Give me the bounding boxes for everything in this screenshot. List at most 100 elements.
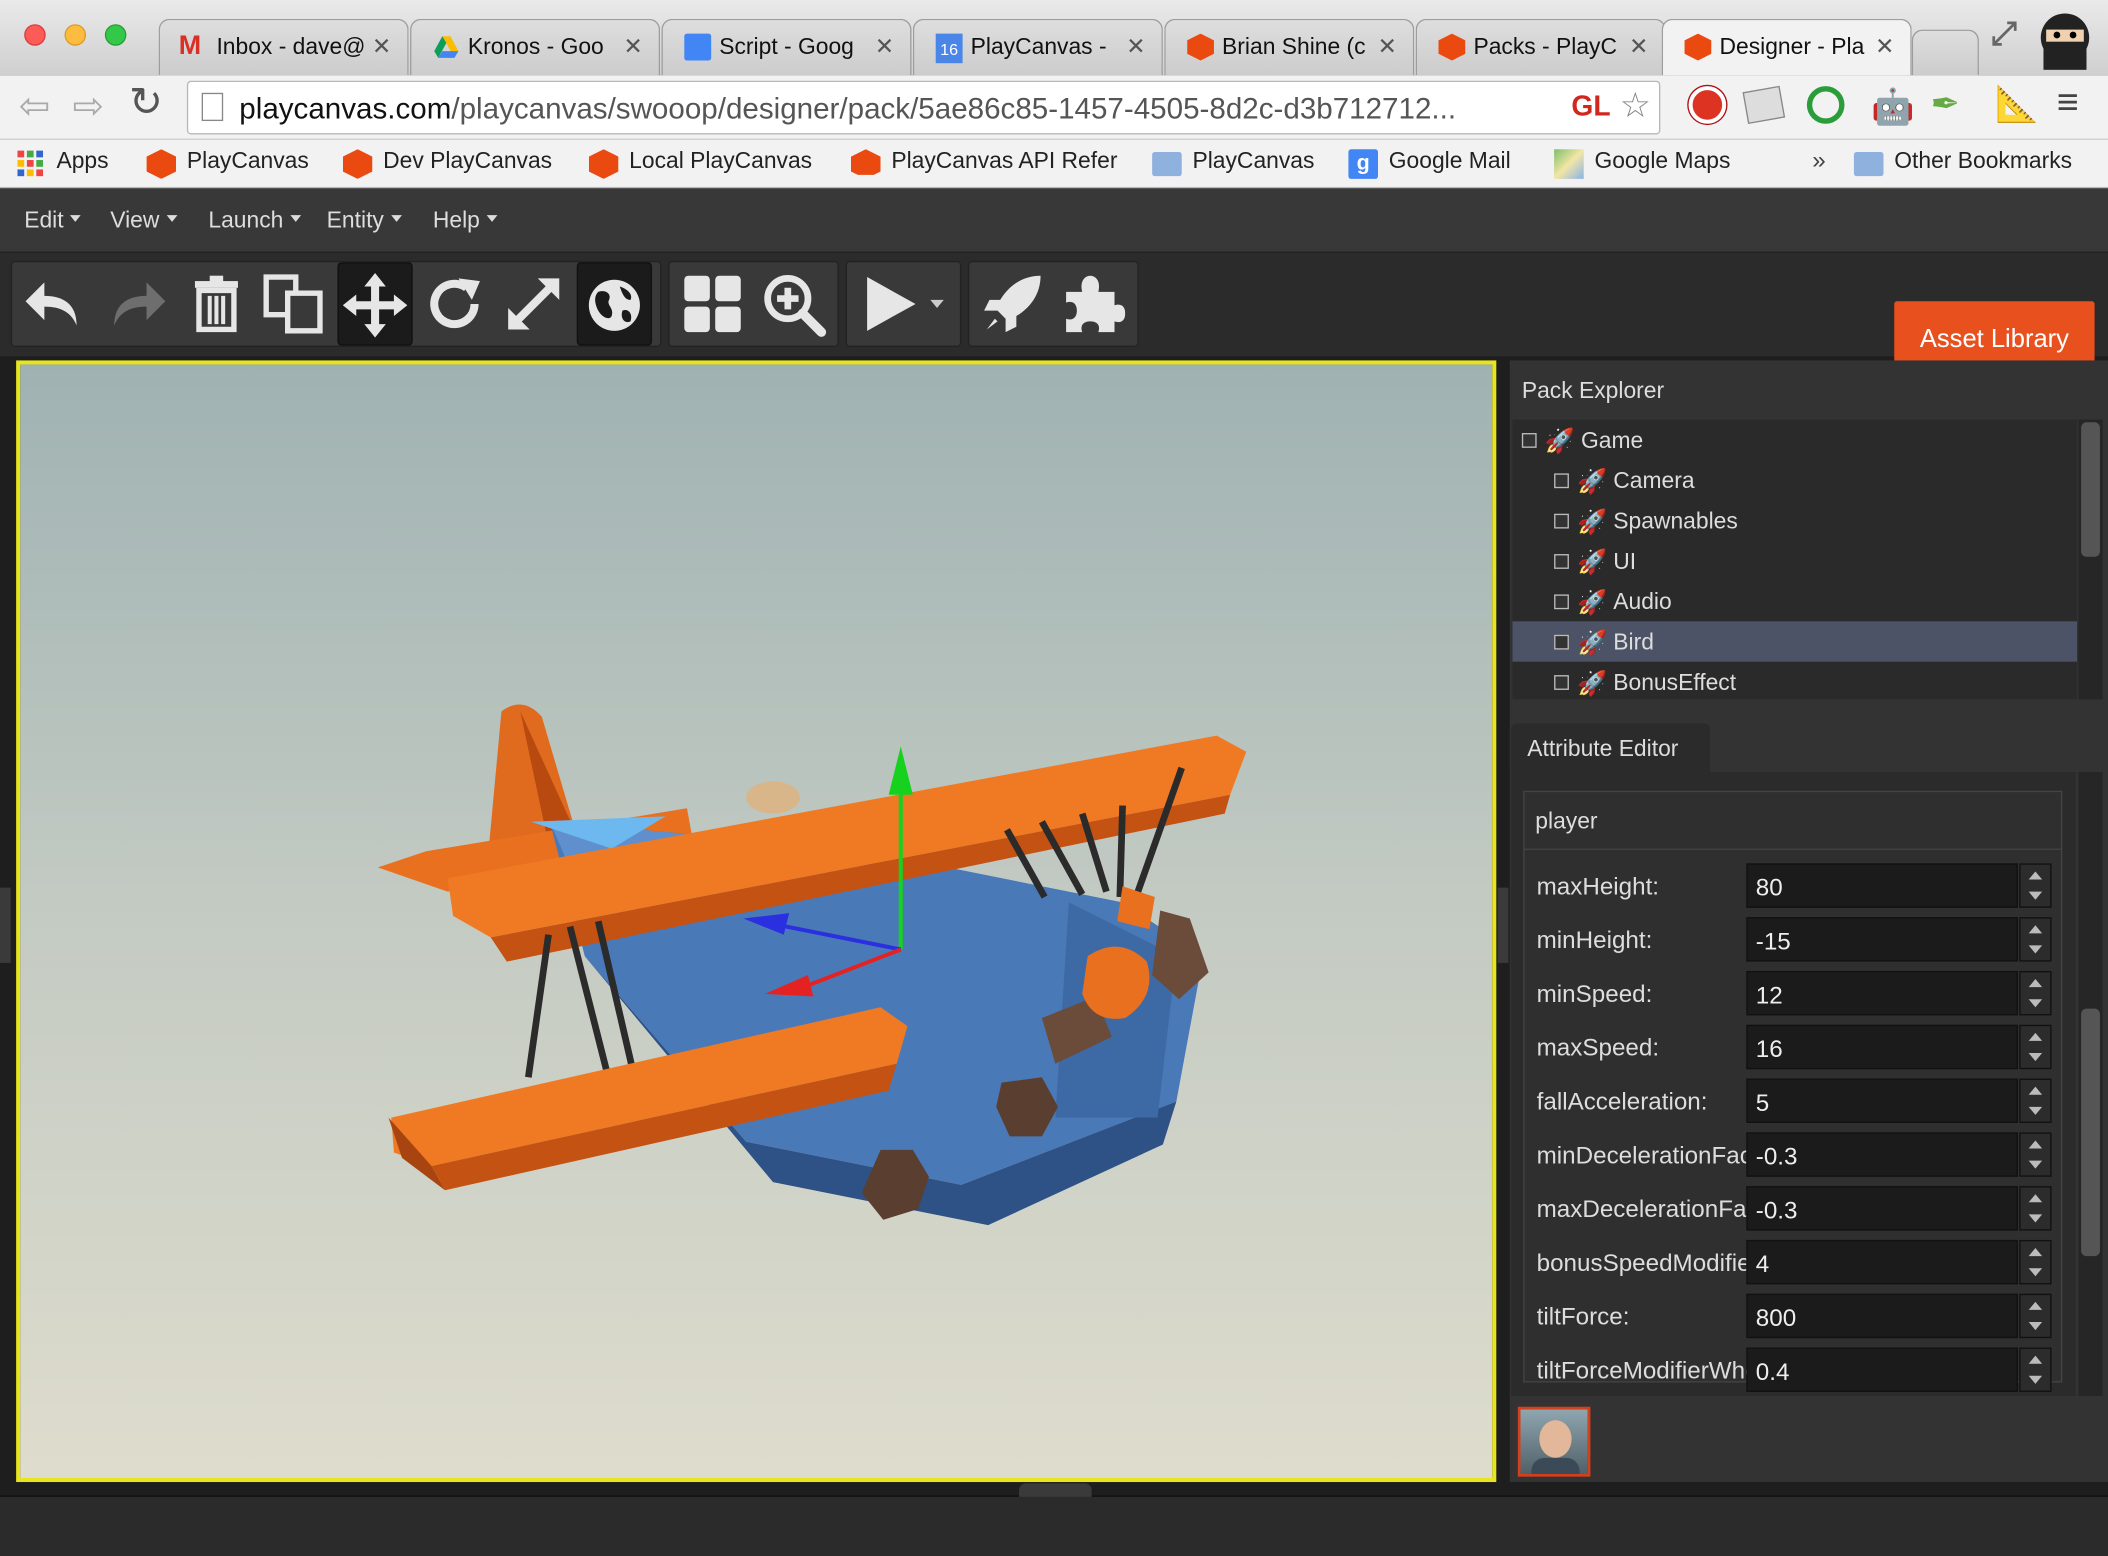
number-spinner[interactable] xyxy=(2019,1293,2052,1339)
attribute-number-input[interactable]: -0.3 xyxy=(1746,1132,2018,1177)
number-spinner[interactable] xyxy=(2019,1239,2052,1285)
expand-icon[interactable] xyxy=(1554,554,1569,569)
attribute-number-input[interactable]: -0.3 xyxy=(1746,1186,2018,1231)
launch-button[interactable] xyxy=(852,262,927,345)
bookmark-folder-playcanvas[interactable]: PlayCanvas xyxy=(1152,148,1314,177)
attribute-scroll-thumb[interactable] xyxy=(2081,1008,2100,1257)
scene-viewport[interactable] xyxy=(16,360,1497,1483)
attribute-number-input[interactable]: -15 xyxy=(1746,917,2018,962)
forward-button[interactable]: ⇨ xyxy=(73,83,105,127)
browser-tab-designer[interactable]: Designer - Pla ✕ xyxy=(1661,18,1912,76)
tree-item-spawnables[interactable]: 🚀 Spawnables xyxy=(1512,500,2077,540)
bookmark-playcanvas-api[interactable]: PlayCanvas API Refer xyxy=(850,148,1133,175)
tree-item-bonuseffect[interactable]: 🚀 BonusEffect xyxy=(1512,662,2077,700)
translate-tool-button[interactable] xyxy=(337,262,413,346)
bottom-panel-toggle[interactable] xyxy=(1019,1483,1092,1497)
attribute-editor-scrollbar[interactable] xyxy=(2078,771,2103,1396)
collapse-icon[interactable] xyxy=(1521,433,1537,448)
expand-icon[interactable] xyxy=(1554,634,1569,650)
grid-view-button[interactable] xyxy=(675,262,750,345)
new-tab-button[interactable] xyxy=(1911,29,1979,76)
back-button[interactable]: ⇦ xyxy=(19,83,51,127)
tree-scroll-thumb[interactable] xyxy=(2081,422,2100,557)
attribute-number-input[interactable]: 0.4 xyxy=(1746,1347,2018,1392)
duplicate-button[interactable] xyxy=(257,262,332,345)
close-tab-icon[interactable]: ✕ xyxy=(372,34,391,61)
bookmark-star-icon[interactable]: ☆ xyxy=(1620,85,1651,127)
browser-tab-playcanvas-calendar[interactable]: 16 PlayCanvas - ✕ xyxy=(912,18,1163,76)
number-spinner[interactable] xyxy=(2019,863,2052,908)
right-panel-toggle[interactable] xyxy=(1497,887,1509,963)
browser-tab-script[interactable]: Script - Goog ✕ xyxy=(661,18,912,76)
number-spinner[interactable] xyxy=(2019,970,2052,1016)
bookmark-google-maps[interactable]: Google Maps xyxy=(1554,148,1730,179)
expand-icon[interactable] xyxy=(1554,675,1569,690)
browser-tab-kronos[interactable]: Kronos - Goo ✕ xyxy=(410,18,661,76)
reload-button[interactable]: ↻ xyxy=(129,79,163,126)
close-tab-icon[interactable]: ✕ xyxy=(1126,34,1145,61)
world-space-button[interactable] xyxy=(576,262,653,346)
tree-item-camera[interactable]: 🚀 Camera xyxy=(1512,460,2077,500)
browser-tab-packs[interactable]: Packs - PlayC ✕ xyxy=(1415,18,1666,76)
menu-edit[interactable]: Edit xyxy=(24,207,81,234)
left-panel-toggle[interactable] xyxy=(0,887,11,963)
redo-button[interactable] xyxy=(98,262,173,345)
refresh-extension-icon[interactable] xyxy=(1806,86,1845,124)
add-component-button[interactable] xyxy=(1055,262,1130,345)
close-window-button[interactable] xyxy=(24,24,46,46)
number-spinner[interactable] xyxy=(2019,1186,2052,1231)
menu-launch[interactable]: Launch xyxy=(208,207,300,234)
minimize-window-button[interactable] xyxy=(64,24,87,46)
menu-view[interactable]: View xyxy=(110,207,177,234)
launch-dropdown-icon[interactable] xyxy=(930,299,944,315)
browser-tab-gmail[interactable]: M Inbox - dave@ ✕ xyxy=(158,18,409,76)
bookmark-google-mail[interactable]: g Google Mail xyxy=(1348,148,1511,179)
attribute-number-input[interactable]: 16 xyxy=(1746,1024,2018,1070)
delete-button[interactable] xyxy=(179,262,254,345)
close-tab-icon[interactable]: ✕ xyxy=(875,34,894,61)
close-tab-icon[interactable]: ✕ xyxy=(623,34,642,61)
bookmark-other-bookmarks[interactable]: Other Bookmarks xyxy=(1853,148,2072,177)
new-entity-button[interactable] xyxy=(975,262,1050,345)
focus-zoom-button[interactable] xyxy=(756,262,831,345)
attribute-number-input[interactable]: 5 xyxy=(1746,1078,2018,1123)
scale-tool-button[interactable] xyxy=(496,262,571,345)
attribute-number-input[interactable]: 800 xyxy=(1746,1293,2018,1339)
rotate-tool-button[interactable] xyxy=(417,262,492,345)
attribute-number-input[interactable]: 4 xyxy=(1746,1239,2018,1285)
tree-item-audio[interactable]: 🚀 Audio xyxy=(1512,581,2077,621)
avatar[interactable] xyxy=(1517,1406,1591,1477)
menu-entity[interactable]: Entity xyxy=(327,207,402,234)
tree-item-bird[interactable]: 🚀 Bird xyxy=(1512,621,2078,662)
tree-item-game[interactable]: 🚀 Game xyxy=(1512,420,2077,460)
attribute-editor-tab[interactable]: Attribute Editor xyxy=(1511,723,1711,772)
expand-icon[interactable] xyxy=(1554,513,1569,529)
bookmark-playcanvas[interactable]: PlayCanvas xyxy=(146,148,309,179)
ruler-extension-icon[interactable]: 📐 xyxy=(1995,83,2039,125)
number-spinner[interactable] xyxy=(2019,1347,2052,1392)
webgl-badge[interactable]: GL xyxy=(1571,91,1610,123)
undo-button[interactable] xyxy=(17,262,92,345)
number-spinner[interactable] xyxy=(2019,1024,2052,1070)
eyedropper-extension-icon[interactable]: ✒ xyxy=(1931,83,1960,125)
tree-scrollbar[interactable] xyxy=(2078,419,2103,700)
adblock-extension-icon[interactable] xyxy=(1688,86,1727,124)
bookmark-apps[interactable]: Apps xyxy=(16,148,109,177)
fullscreen-icon[interactable] xyxy=(1990,19,2020,49)
expand-icon[interactable] xyxy=(1554,473,1569,489)
bookmark-dev-playcanvas[interactable]: Dev PlayCanvas xyxy=(342,148,552,179)
menu-help[interactable]: Help xyxy=(433,207,497,234)
attribute-number-input[interactable]: 12 xyxy=(1746,970,2018,1016)
number-spinner[interactable] xyxy=(2019,1078,2052,1123)
expand-icon[interactable] xyxy=(1554,594,1569,610)
browser-tab-brian-shine[interactable]: Brian Shine (c ✕ xyxy=(1164,18,1415,76)
close-tab-icon[interactable]: ✕ xyxy=(1378,34,1397,61)
tree-item-ui[interactable]: 🚀 UI xyxy=(1512,541,2077,581)
android-extension-icon[interactable]: 🤖 xyxy=(1871,86,1915,128)
close-tab-icon[interactable]: ✕ xyxy=(1875,34,1894,61)
close-tab-icon[interactable]: ✕ xyxy=(1629,34,1648,61)
screenshot-extension-icon[interactable] xyxy=(1742,85,1786,125)
number-spinner[interactable] xyxy=(2019,917,2052,962)
number-spinner[interactable] xyxy=(2019,1132,2052,1177)
chrome-menu-icon[interactable]: ≡ xyxy=(2057,81,2079,124)
